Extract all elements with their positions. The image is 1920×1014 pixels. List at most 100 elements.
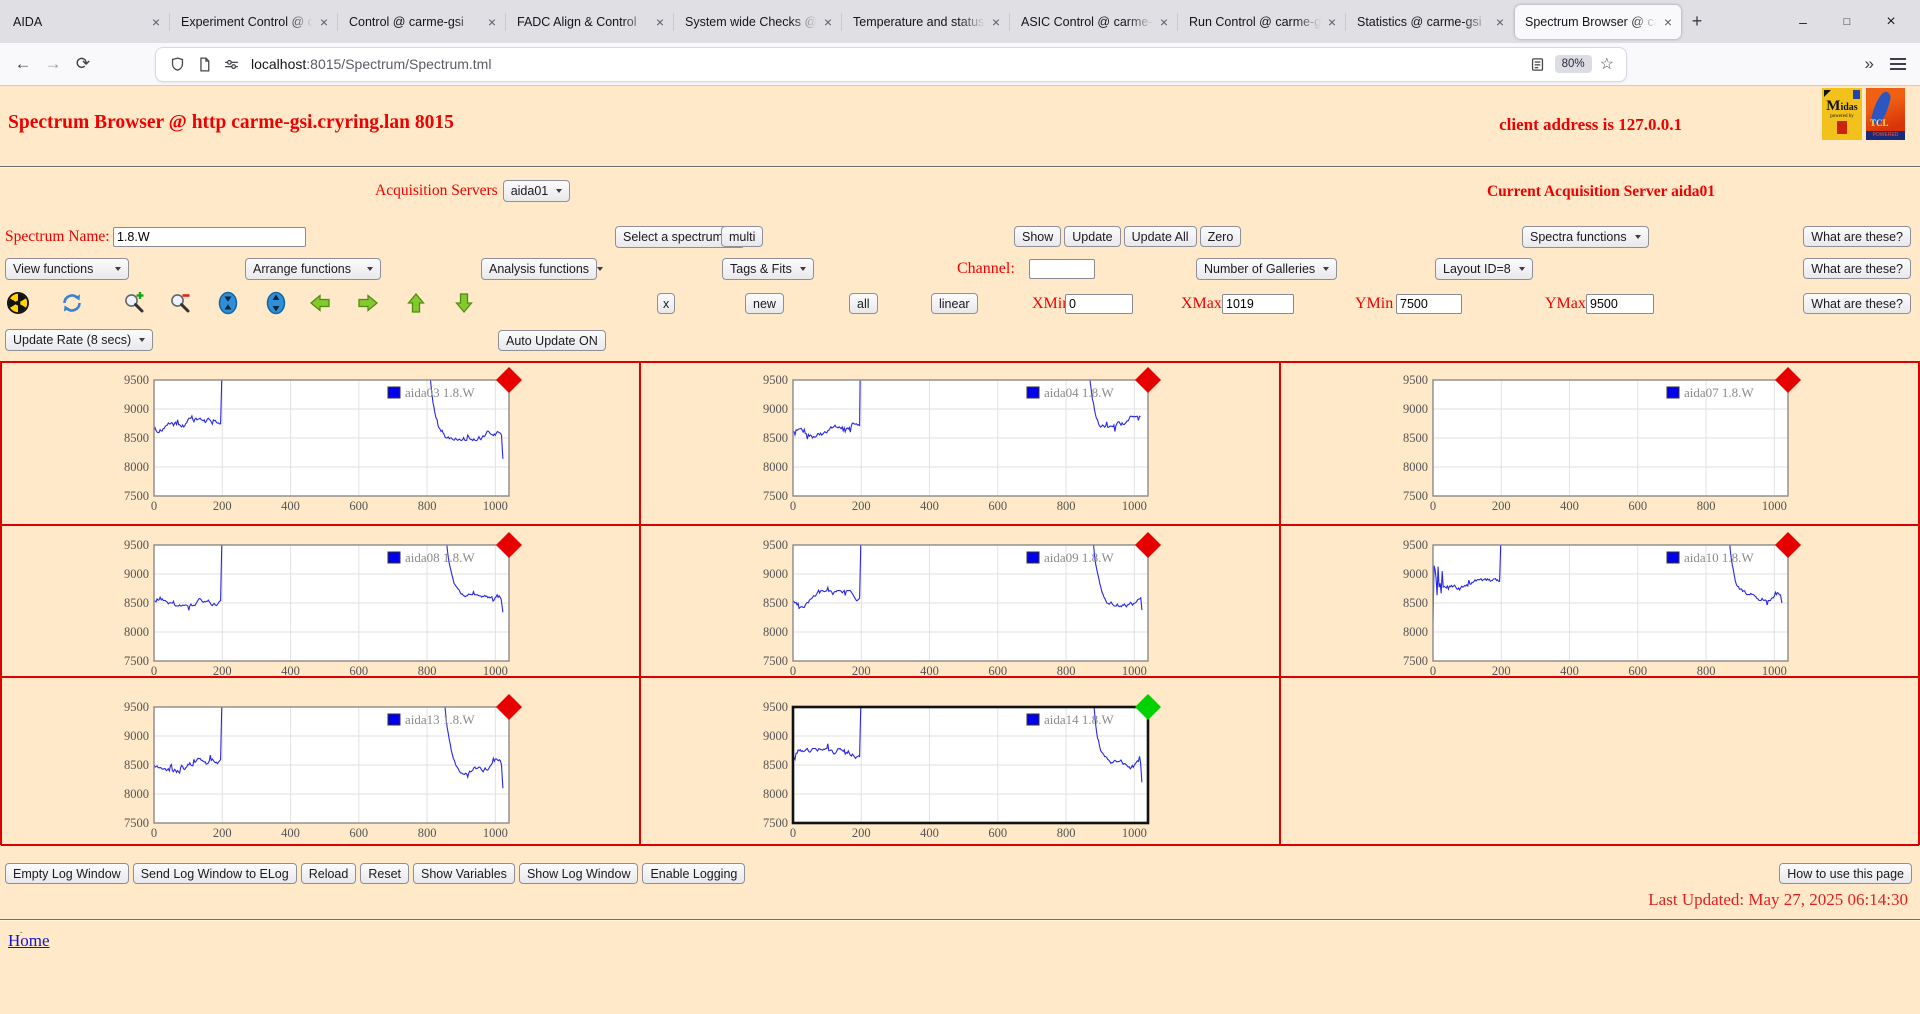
tab-asic-control[interactable]: ASIC Control @ carme-gsi× (1011, 5, 1177, 39)
window-maximize-button[interactable]: □ (1838, 16, 1856, 28)
gallery-cell-aida09[interactable]: 7500800085009000950002004006008001000aid… (640, 525, 1279, 677)
what-are-these-button-1[interactable]: What are these? (1803, 226, 1911, 247)
tab-close-icon[interactable]: × (317, 15, 331, 29)
update-button[interactable]: Update (1064, 226, 1120, 247)
arrange-functions-dropdown[interactable]: Arrange functions (245, 258, 381, 280)
zoom-level-badge[interactable]: 80% (1555, 55, 1592, 73)
update-all-button[interactable]: Update All (1124, 226, 1197, 247)
all-button[interactable]: all (849, 293, 878, 314)
gallery-cell-aida13[interactable]: 7500800085009000950002004006008001000aid… (1, 677, 640, 846)
tab-close-icon[interactable]: × (653, 15, 667, 29)
radiation-icon[interactable] (6, 291, 30, 315)
new-tab-button[interactable]: + (1682, 7, 1712, 37)
forward-button[interactable]: → (38, 49, 68, 79)
bookmark-star-icon[interactable]: ☆ (1600, 54, 1614, 74)
what-are-these-button-3[interactable]: What are these? (1803, 293, 1911, 314)
spectrum-plot-aida03[interactable]: 7500800085009000950002004006008001000aid… (92, 367, 562, 515)
tab-close-icon[interactable]: × (1157, 15, 1171, 29)
show-button[interactable]: Show (1014, 226, 1061, 247)
analysis-functions-dropdown[interactable]: Analysis functions (481, 258, 597, 280)
xmax-input[interactable] (1222, 294, 1294, 314)
show-log-window-button[interactable]: Show Log Window (519, 863, 639, 884)
reset-button[interactable]: Reset (360, 863, 409, 884)
view-functions-dropdown[interactable]: View functions (5, 258, 129, 280)
tab-close-icon[interactable]: × (989, 15, 1003, 29)
arrow-down-icon[interactable] (452, 291, 476, 315)
expand-vertical-icon[interactable] (264, 291, 288, 315)
arrow-left-icon[interactable] (308, 291, 332, 315)
window-minimize-button[interactable]: – (1794, 14, 1812, 30)
url-text[interactable]: localhost:8015/Spectrum/Spectrum.tml (251, 56, 1524, 72)
empty-log-window-button[interactable]: Empty Log Window (5, 863, 129, 884)
tab-system-checks[interactable]: System wide Checks @ carme× (675, 5, 841, 39)
x-button[interactable]: x (657, 293, 675, 314)
enable-logging-button[interactable]: Enable Logging (642, 863, 745, 884)
tab-close-icon[interactable]: × (1325, 15, 1339, 29)
tab-close-icon[interactable]: × (1661, 15, 1675, 29)
spectrum-plot-aida07[interactable]: 7500800085009000950002004006008001000aid… (1371, 367, 1841, 515)
tab-run-control[interactable]: Run Control @ carme-gsi× (1179, 5, 1345, 39)
tab-statistics[interactable]: Statistics @ carme-gsi× (1347, 5, 1513, 39)
what-are-these-button-2[interactable]: What are these? (1803, 258, 1911, 279)
tab-aida[interactable]: AIDA× (3, 5, 169, 39)
spectrum-plot-aida10[interactable]: 7500800085009000950002004006008001000aid… (1371, 532, 1841, 677)
zero-button[interactable]: Zero (1200, 226, 1242, 247)
url-bar[interactable]: localhost:8015/Spectrum/Spectrum.tml 80%… (156, 48, 1626, 81)
spectrum-plot-aida08[interactable]: 7500800085009000950002004006008001000aid… (92, 532, 562, 677)
zoom-in-icon[interactable] (122, 291, 146, 315)
reload-button[interactable]: ⟳ (68, 49, 98, 79)
reader-view-icon[interactable] (1529, 56, 1546, 73)
acquisition-server-select[interactable]: aida01 (503, 180, 571, 202)
send-log-to-elog-button[interactable]: Send Log Window to ELog (133, 863, 297, 884)
refresh-icon[interactable] (60, 291, 84, 315)
gallery-cell-aida03[interactable]: 7500800085009000950002004006008001000aid… (1, 362, 640, 525)
tab-experiment-control[interactable]: Experiment Control @ carme-gsi× (171, 5, 337, 39)
shield-icon[interactable] (169, 56, 186, 73)
back-button[interactable]: ← (8, 49, 38, 79)
tags-fits-dropdown[interactable]: Tags & Fits (722, 258, 814, 280)
spectra-functions-dropdown[interactable]: Spectra functions (1522, 226, 1649, 248)
multi-button[interactable]: multi (721, 226, 763, 247)
reload-button[interactable]: Reload (301, 863, 357, 884)
gallery-cell-aida04[interactable]: 7500800085009000950002004006008001000aid… (640, 362, 1279, 525)
gallery-cell-aida10[interactable]: 7500800085009000950002004006008001000aid… (1280, 525, 1919, 677)
gallery-cell-aida07[interactable]: 7500800085009000950002004006008001000aid… (1280, 362, 1919, 525)
how-to-use-button[interactable]: How to use this page (1779, 863, 1912, 884)
window-close-button[interactable]: × (1882, 13, 1900, 31)
arrow-right-icon[interactable] (356, 291, 380, 315)
zoom-out-icon[interactable] (168, 291, 192, 315)
home-link[interactable]: Home (8, 931, 50, 951)
spectrum-plot-aida09[interactable]: 7500800085009000950002004006008001000aid… (731, 532, 1201, 677)
tab-close-icon[interactable]: × (1493, 15, 1507, 29)
channel-input[interactable] (1029, 259, 1095, 279)
auto-update-button[interactable]: Auto Update ON (498, 330, 606, 351)
tab-temperature[interactable]: Temperature and status× (843, 5, 1009, 39)
tab-close-icon[interactable]: × (149, 15, 163, 29)
tab-close-icon[interactable]: × (485, 15, 499, 29)
spectrum-plot-aida13[interactable]: 7500800085009000950002004006008001000aid… (92, 694, 562, 842)
compress-vertical-icon[interactable] (216, 291, 240, 315)
new-button[interactable]: new (745, 293, 784, 314)
show-variables-button[interactable]: Show Variables (413, 863, 515, 884)
overflow-menu-icon[interactable]: » (1865, 54, 1874, 74)
gallery-cell-aida08[interactable]: 7500800085009000950002004006008001000aid… (1, 525, 640, 677)
ymin-input[interactable] (1396, 294, 1462, 314)
tab-spectrum-browser[interactable]: Spectrum Browser @ carme-gsi× (1515, 5, 1681, 39)
permissions-sliders-icon[interactable] (223, 56, 240, 73)
gallery-cell-aida14[interactable]: 7500800085009000950002004006008001000aid… (640, 677, 1279, 846)
spectrum-name-input[interactable] (113, 227, 306, 247)
spectrum-plot-aida04[interactable]: 7500800085009000950002004006008001000aid… (731, 367, 1201, 515)
number-of-galleries-dropdown[interactable]: Number of Galleries (1196, 258, 1337, 280)
spectrum-plot-aida14[interactable]: 7500800085009000950002004006008001000aid… (731, 694, 1201, 842)
update-rate-dropdown[interactable]: Update Rate (8 secs) (5, 329, 153, 351)
tab-close-icon[interactable]: × (821, 15, 835, 29)
tab-control[interactable]: Control @ carme-gsi× (339, 5, 505, 39)
linear-button[interactable]: linear (931, 293, 978, 314)
xmin-input[interactable] (1065, 294, 1133, 314)
ymax-input[interactable] (1586, 294, 1654, 314)
app-menu-icon[interactable] (1890, 58, 1906, 70)
page-info-icon[interactable] (196, 56, 213, 73)
arrow-up-icon[interactable] (404, 291, 428, 315)
layout-id-dropdown[interactable]: Layout ID=8 (1435, 258, 1533, 280)
tab-fadc-align[interactable]: FADC Align & Control× (507, 5, 673, 39)
